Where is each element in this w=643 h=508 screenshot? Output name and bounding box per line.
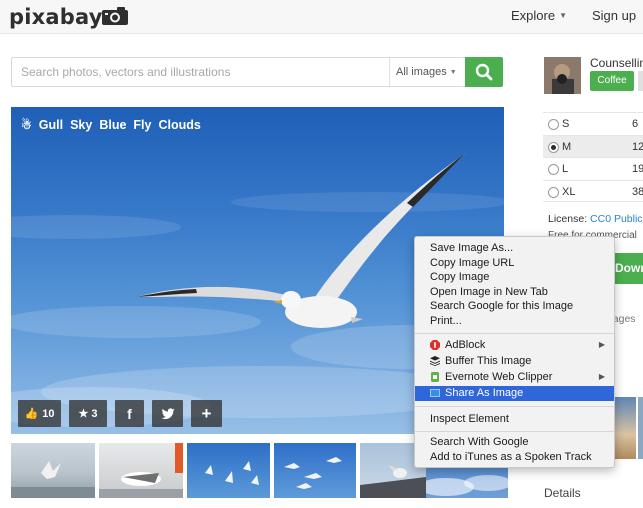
size-radio[interactable] (548, 141, 559, 153)
tag[interactable]: Fly (133, 118, 151, 132)
menu-item-evernote[interactable]: Evernote Web Clipper ▶ (415, 370, 614, 385)
author-name-link[interactable]: Counsellin (590, 56, 643, 70)
facebook-icon: f (127, 405, 132, 422)
menu-item-label: Buffer This Image (445, 355, 532, 367)
add-to-collection-button[interactable]: + (191, 400, 222, 427)
tag[interactable]: Gull (39, 118, 63, 132)
size-row-m[interactable]: M 12 (543, 134, 643, 157)
menu-item-open-image-new-tab[interactable]: Open Image in New Tab (415, 285, 614, 300)
sponsored-image[interactable] (638, 397, 643, 459)
license-info: License: CC0 Public (548, 213, 643, 225)
menu-item-buffer[interactable]: Buffer This Image (415, 354, 614, 369)
bug-icon: ☃ (21, 118, 32, 132)
favorite-count: 3 (91, 407, 98, 420)
image-action-bar: 👍 10 ★ 3 f + (18, 400, 222, 427)
size-radio[interactable] (548, 119, 559, 130)
thumbnail[interactable] (99, 443, 183, 498)
author-avatar[interactable] (544, 57, 581, 94)
tag[interactable]: Clouds (158, 118, 200, 132)
chevron-down-icon: ▼ (559, 11, 567, 20)
menu-separator (415, 431, 614, 432)
size-dimensions: 12 (632, 140, 643, 153)
favorite-button[interactable]: ★ 3 (69, 400, 107, 427)
nav-signup-link[interactable]: Sign up (592, 8, 636, 23)
size-label: S (562, 118, 570, 130)
search-button[interactable] (465, 57, 503, 87)
facebook-share-button[interactable]: f (115, 400, 144, 427)
like-button[interactable]: 👍 10 (18, 400, 61, 427)
details-heading: Details (544, 486, 581, 500)
submenu-arrow-icon: ▶ (598, 340, 605, 349)
license-link[interactable]: CC0 Public (590, 213, 643, 225)
follow-button[interactable] (638, 71, 643, 91)
menu-separator (415, 333, 614, 334)
like-count: 10 (42, 407, 55, 420)
menu-item-label: Share As Image (445, 386, 524, 399)
search-input[interactable] (12, 58, 389, 86)
adblock-icon (430, 340, 440, 350)
share-as-image-icon (430, 388, 440, 397)
thumbnail[interactable] (187, 443, 270, 498)
context-menu: Save Image As... Copy Image URL Copy Ima… (414, 236, 615, 468)
menu-separator (415, 406, 614, 407)
twitter-icon (160, 407, 174, 419)
nav-explore[interactable]: Explore ▼ (511, 8, 567, 23)
submenu-arrow-icon: ▶ (598, 372, 605, 381)
evernote-icon (431, 372, 439, 382)
size-radio[interactable] (548, 186, 559, 198)
search-divider (389, 58, 390, 86)
search-icon (475, 63, 493, 81)
menu-item-copy-image[interactable]: Copy Image (415, 270, 614, 285)
license-prefix: License: (548, 213, 591, 225)
thumbnail[interactable] (11, 443, 95, 498)
size-dimensions: 6 (632, 118, 639, 130)
menu-item-adblock[interactable]: AdBlock ▶ (415, 338, 614, 353)
size-selector: S 6 M 12 L 19 XL 38 (543, 112, 643, 202)
plus-icon: + (201, 403, 212, 423)
tag[interactable]: Blue (99, 118, 126, 132)
size-row-s[interactable]: S 6 (543, 112, 643, 135)
size-dimensions: 38 (632, 185, 643, 198)
size-row-l[interactable]: L 19 (543, 157, 643, 180)
thumbs-up-icon: 👍 (24, 408, 39, 420)
size-label: XL (562, 185, 576, 198)
tag[interactable]: Sky (70, 118, 92, 132)
menu-item-share-as-image[interactable]: Share As Image (415, 385, 614, 401)
buffer-icon (430, 356, 440, 366)
menu-item-print[interactable]: Print... (415, 314, 614, 329)
menu-item-search-with-google[interactable]: Search With Google (415, 435, 614, 450)
search-bar: All images▼ (11, 57, 503, 87)
twitter-share-button[interactable] (152, 400, 183, 427)
search-type-select[interactable]: All images ▼ (396, 66, 457, 78)
size-label: L (562, 163, 569, 175)
menu-item-search-google-image[interactable]: Search Google for this Image (415, 299, 614, 314)
menu-item-copy-image-url[interactable]: Copy Image URL (415, 256, 614, 271)
pixabay-logo[interactable]: pixabay (9, 5, 103, 29)
size-dimensions: 19 (632, 163, 643, 175)
size-label: M (562, 140, 572, 153)
menu-item-inspect-element[interactable]: Inspect Element (415, 412, 614, 427)
top-header: pixabay Explore ▼ Sign up (0, 0, 643, 34)
menu-item-label: AdBlock (445, 339, 486, 351)
menu-item-add-to-itunes[interactable]: Add to iTunes as a Spoken Track (415, 450, 614, 465)
menu-item-label: Evernote Web Clipper (445, 371, 553, 383)
coffee-button[interactable]: Coffee (590, 71, 634, 91)
tag-list: ☃ Gull Sky Blue Fly Clouds (21, 118, 208, 132)
camera-icon (102, 7, 128, 25)
star-icon: ★ (78, 408, 89, 420)
size-radio[interactable] (548, 164, 559, 175)
menu-item-save-image-as[interactable]: Save Image As... (415, 241, 614, 256)
chevron-down-icon: ▼ (449, 69, 457, 76)
thumbnail[interactable] (274, 443, 356, 498)
size-row-xl[interactable]: XL 38 (543, 179, 643, 202)
